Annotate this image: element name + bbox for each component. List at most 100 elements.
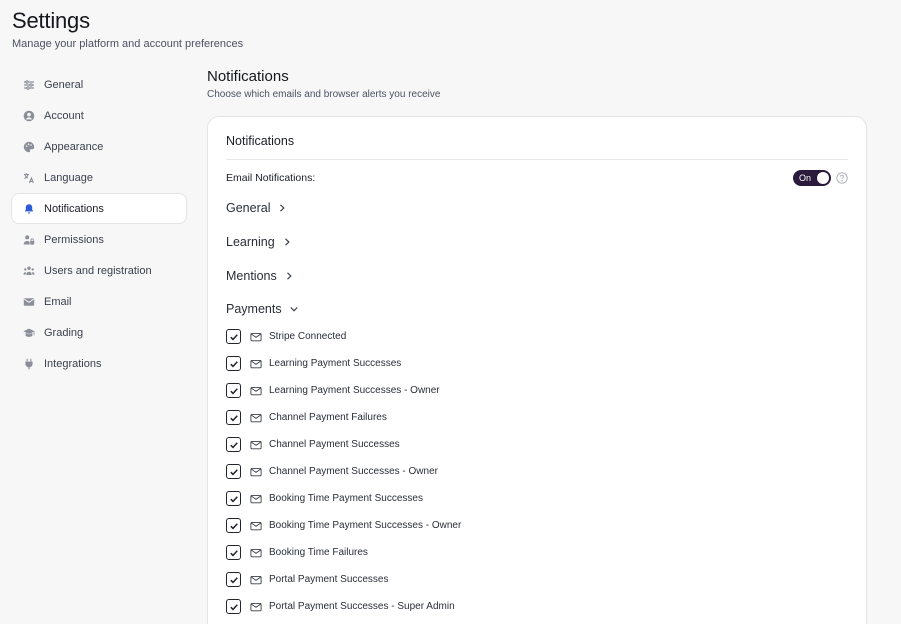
mail-icon [250, 331, 262, 343]
chevron-right-icon [284, 271, 294, 281]
graduation-cap-icon [23, 327, 35, 339]
user-circle-icon [23, 110, 35, 122]
mail-icon [250, 574, 262, 586]
sidebar-item-users-and-registration[interactable]: Users and registration [11, 255, 187, 286]
mail-icon [250, 520, 262, 532]
user-lock-icon [23, 234, 35, 246]
section-title: Notifications [207, 68, 289, 85]
group-label: Mentions [226, 269, 277, 283]
palette-icon [23, 141, 35, 153]
page-subtitle: Manage your platform and account prefere… [12, 38, 244, 50]
item-label: Channel Payment Failures [269, 412, 387, 423]
checkbox[interactable] [226, 545, 241, 560]
sidebar-item-label: Permissions [44, 233, 104, 246]
list-item: Portal Payment Successes - Super Admin [226, 593, 461, 620]
sidebar-item-label: Grading [44, 326, 84, 339]
sidebar-item-label: Email [44, 295, 72, 308]
mail-icon [250, 439, 262, 451]
item-label: Channel Payment Successes [269, 439, 400, 450]
page-title: Settings [12, 8, 90, 33]
page-header: Settings Manage your platform and accoun… [12, 8, 243, 50]
list-item: Channel Payment Failures [226, 404, 461, 431]
sidebar-item-label: General [44, 78, 84, 91]
sidebar-item-label: Appearance [44, 140, 104, 153]
toggle-state-label: On [799, 173, 812, 183]
settings-sidebar: General Account Appearance Language Noti… [11, 69, 187, 379]
checkbox[interactable] [226, 356, 241, 371]
bell-icon [23, 203, 35, 215]
notifications-card: Notifications Email Notifications: On Ge… [207, 116, 867, 624]
item-label: Learning Payment Successes [269, 358, 402, 369]
item-label: Booking Time Payment Successes - Owner [269, 520, 462, 531]
sidebar-item-notifications[interactable]: Notifications [11, 193, 187, 224]
list-item: Booking Time Payment Successes - Owner [226, 512, 461, 539]
list-item: Learning Payment Successes [226, 350, 461, 377]
sidebar-item-label: Users and registration [44, 264, 152, 277]
item-label: Learning Payment Successes - Owner [269, 385, 440, 396]
sidebar-item-language[interactable]: Language [11, 162, 187, 193]
checkbox[interactable] [226, 464, 241, 479]
sidebar-item-label: Notifications [44, 202, 104, 215]
chevron-right-icon [282, 237, 292, 247]
sidebar-item-label: Integrations [44, 357, 102, 370]
mail-icon [250, 358, 262, 370]
email-notifications-label: Email Notifications: [226, 172, 316, 184]
sidebar-item-integrations[interactable]: Integrations [11, 348, 187, 379]
email-notifications-row: Email Notifications: On [226, 169, 848, 187]
mail-icon [250, 385, 262, 397]
item-label: Booking Time Failures [269, 547, 368, 558]
checkbox[interactable] [226, 518, 241, 533]
checkbox[interactable] [226, 329, 241, 344]
item-label: Portal Payment Successes [269, 574, 389, 585]
payments-items-list: Stripe Connected Learning Payment Succes… [226, 323, 461, 620]
section-description: Choose which emails and browser alerts y… [207, 89, 441, 100]
sidebar-item-grading[interactable]: Grading [11, 317, 187, 348]
mail-icon [250, 601, 262, 613]
item-label: Stripe Connected [269, 331, 347, 342]
sidebar-item-account[interactable]: Account [11, 100, 187, 131]
chevron-down-icon [289, 304, 299, 314]
checkbox[interactable] [226, 491, 241, 506]
group-general-header[interactable]: General [226, 201, 287, 215]
sidebar-item-general[interactable]: General [11, 69, 187, 100]
main-section-header: Notifications Choose which emails and br… [207, 68, 867, 100]
checkbox[interactable] [226, 437, 241, 452]
group-label: Learning [226, 235, 275, 249]
list-item: Learning Payment Successes - Owner [226, 377, 461, 404]
group-learning-header[interactable]: Learning [226, 235, 292, 249]
checkbox[interactable] [226, 410, 241, 425]
checkbox[interactable] [226, 383, 241, 398]
list-item: Channel Payment Successes - Owner [226, 458, 461, 485]
sliders-icon [23, 79, 35, 91]
card-title: Notifications [226, 134, 295, 148]
item-label: Booking Time Payment Successes [269, 493, 423, 504]
help-circle-icon[interactable] [836, 172, 848, 184]
mail-icon [250, 412, 262, 424]
checkbox[interactable] [226, 599, 241, 614]
item-label: Portal Payment Successes - Super Admin [269, 601, 455, 612]
group-mentions-header[interactable]: Mentions [226, 269, 294, 283]
mail-icon [250, 466, 262, 478]
group-payments-header[interactable]: Payments [226, 302, 299, 316]
sidebar-item-permissions[interactable]: Permissions [11, 224, 187, 255]
list-item: Portal Payment Successes [226, 566, 461, 593]
list-item: Channel Payment Successes [226, 431, 461, 458]
group-label: General [226, 201, 271, 215]
sidebar-item-label: Language [44, 171, 93, 184]
card-divider [226, 159, 848, 160]
toggle-knob [817, 172, 829, 184]
sidebar-item-email[interactable]: Email [11, 286, 187, 317]
envelope-icon [23, 296, 35, 308]
list-item: Booking Time Payment Successes [226, 485, 461, 512]
checkbox[interactable] [226, 572, 241, 587]
mail-icon [250, 493, 262, 505]
sidebar-item-label: Account [44, 109, 84, 122]
sidebar-item-appearance[interactable]: Appearance [11, 131, 187, 162]
email-notifications-toggle[interactable]: On [793, 170, 831, 186]
list-item: Booking Time Failures [226, 539, 461, 566]
translate-icon [23, 172, 35, 184]
plug-icon [23, 358, 35, 370]
list-item: Stripe Connected [226, 323, 461, 350]
chevron-right-icon [277, 203, 287, 213]
mail-icon [250, 547, 262, 559]
